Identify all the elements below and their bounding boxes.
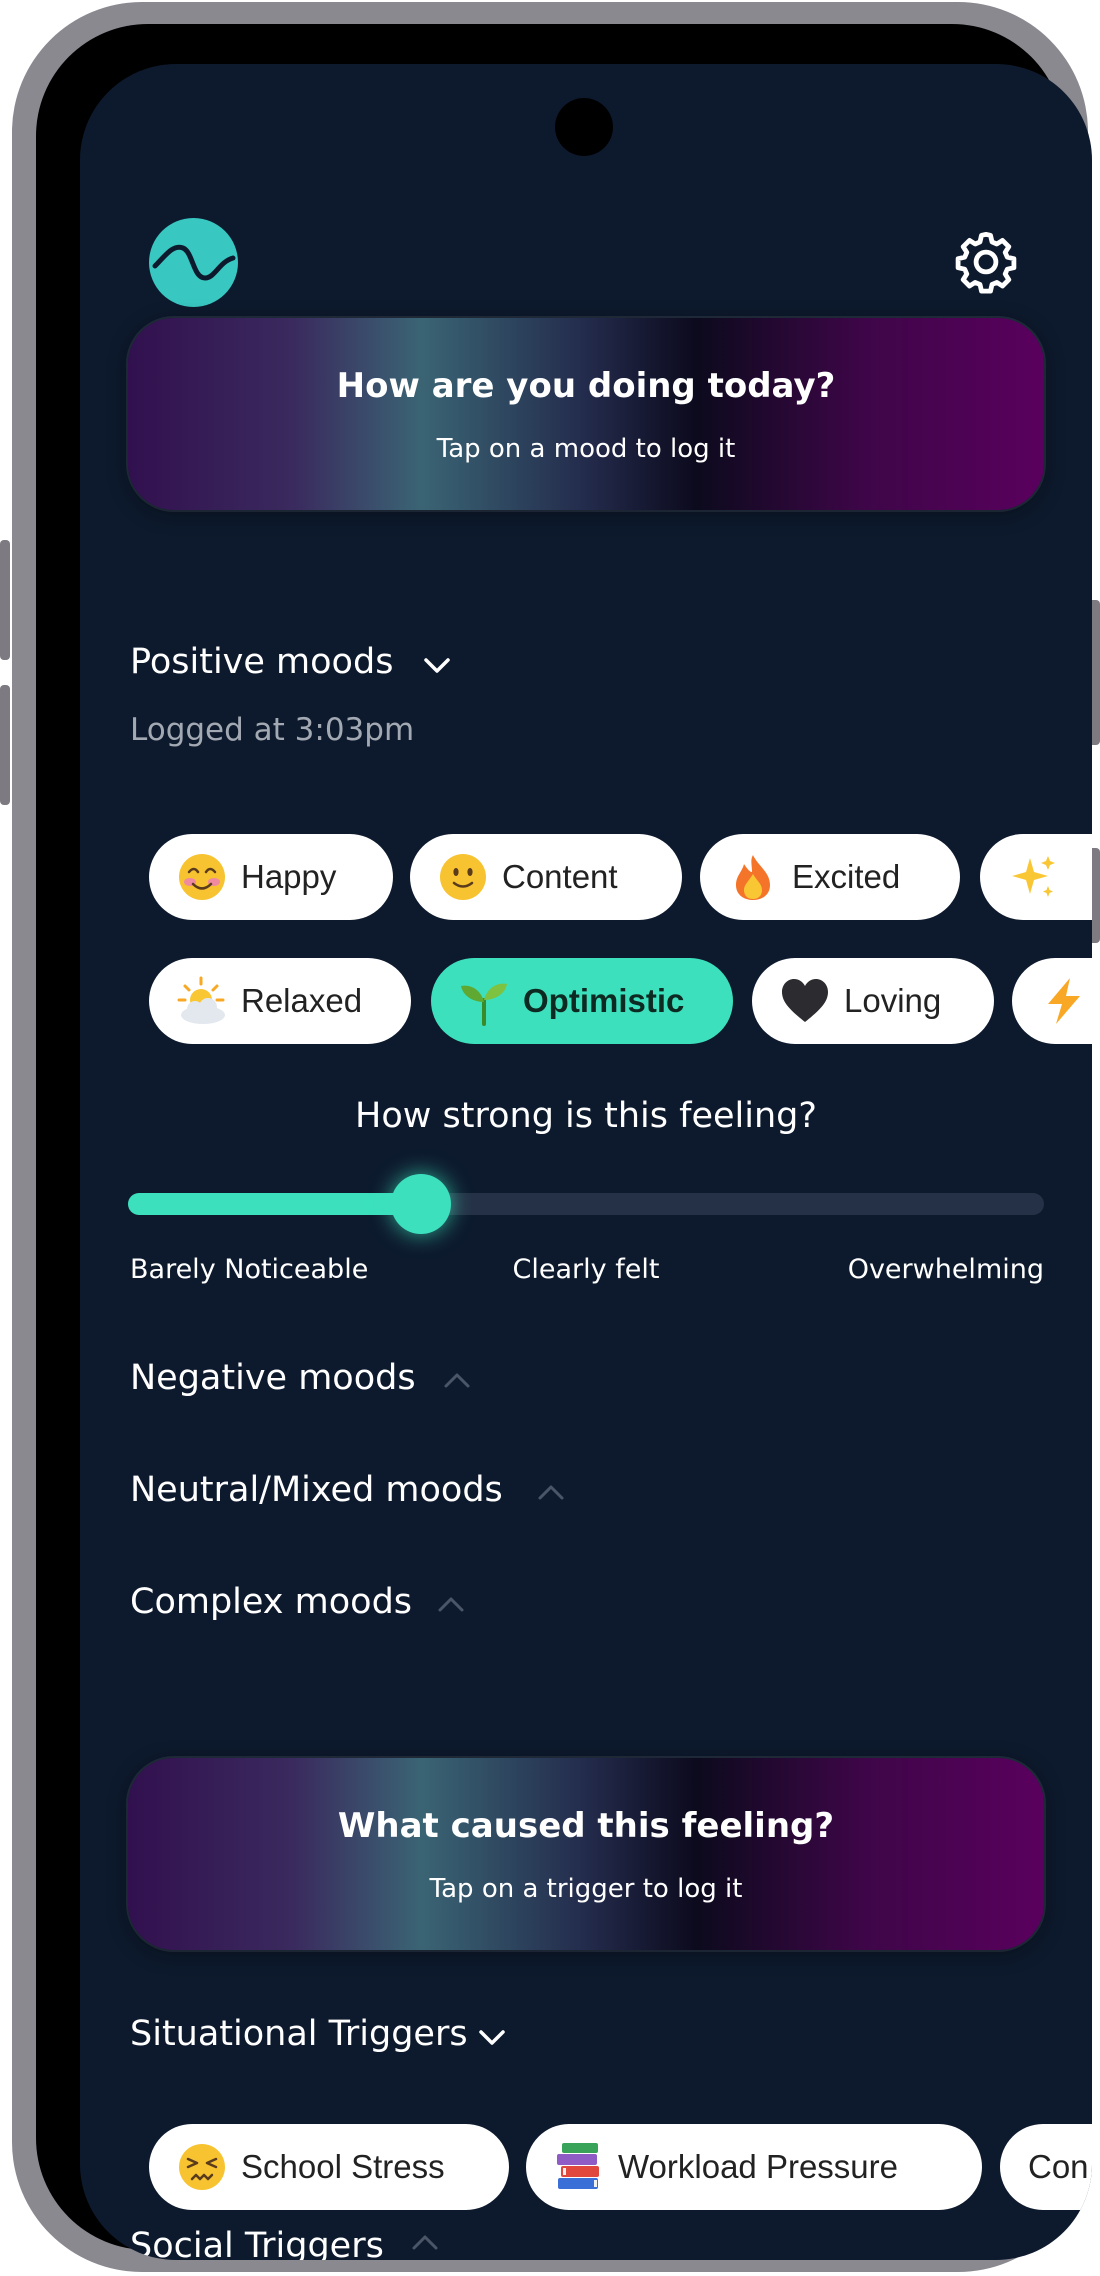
chevron-up-icon[interactable] xyxy=(442,1370,472,1390)
slight-smile-icon xyxy=(438,852,488,902)
negative-moods-title: Negative moods xyxy=(130,1358,416,1398)
scale-label-max: Overwhelming xyxy=(847,1254,1044,1285)
chip-label: Relaxed xyxy=(241,982,363,1019)
trigger-prompt-subtitle: Tap on a trigger to log it xyxy=(429,1874,743,1904)
mood-chip-loving[interactable]: Loving xyxy=(752,958,994,1044)
chevron-up-icon[interactable] xyxy=(436,1594,466,1614)
chevron-up-icon[interactable] xyxy=(410,2232,440,2252)
social-triggers-toggle[interactable]: Social Triggers xyxy=(130,2226,384,2260)
mood-chip-relaxed[interactable]: Relaxed xyxy=(149,958,411,1044)
intensity-question: How strong is this feeling? xyxy=(355,1096,817,1136)
chip-label: Happy xyxy=(241,858,337,895)
black-heart-icon xyxy=(780,976,830,1026)
smiling-face-icon xyxy=(177,852,227,902)
fire-icon xyxy=(728,852,778,902)
chip-label: School Stress xyxy=(241,2148,445,2185)
mood-chip-happy[interactable]: Happy xyxy=(149,834,393,920)
phone-frame: How are you doing today? Tap on a mood t… xyxy=(12,2,1092,2272)
logged-time: Logged at 3:03pm xyxy=(130,712,415,748)
app-screen: How are you doing today? Tap on a mood t… xyxy=(80,64,1092,2260)
intensity-slider-fill xyxy=(128,1193,422,1215)
mood-prompt-title: How are you doing today? xyxy=(336,366,836,406)
front-camera xyxy=(555,98,613,156)
phone-bezel: How are you doing today? Tap on a mood t… xyxy=(36,24,1092,2260)
chip-label: Con xyxy=(1028,2148,1089,2185)
complex-moods-toggle[interactable]: Complex moods xyxy=(130,1582,412,1622)
mood-prompt-subtitle: Tap on a mood to log it xyxy=(436,434,736,464)
trigger-prompt-title: What caused this feeling? xyxy=(337,1806,835,1846)
chip-label: Workload Pressure xyxy=(618,2148,899,2185)
persevering-face-icon xyxy=(177,2142,227,2192)
mood-chip-sparkles[interactable] xyxy=(980,834,1092,920)
gear-icon[interactable] xyxy=(950,226,1022,298)
volume-down-button[interactable] xyxy=(0,685,10,805)
sparkles-icon xyxy=(1008,852,1058,902)
intensity-slider-track[interactable] xyxy=(128,1193,1044,1215)
situational-triggers-toggle[interactable]: Situational Triggers xyxy=(130,2014,468,2054)
positive-moods-toggle[interactable]: Positive moods xyxy=(130,642,393,682)
volume-up-button[interactable] xyxy=(0,540,10,660)
lightning-icon xyxy=(1040,976,1090,1026)
mood-chip-content[interactable]: Content xyxy=(410,834,682,920)
chevron-down-icon[interactable] xyxy=(422,656,452,676)
positive-moods-title: Positive moods xyxy=(130,642,394,682)
chevron-up-icon[interactable] xyxy=(536,1482,566,1502)
social-triggers-title: Social Triggers xyxy=(130,2226,384,2260)
mood-prompt-banner: How are you doing today? Tap on a mood t… xyxy=(128,318,1044,510)
seedling-icon xyxy=(459,976,509,1026)
mood-chip-lightning[interactable] xyxy=(1012,958,1092,1044)
books-icon xyxy=(554,2142,604,2192)
situational-triggers-title: Situational Triggers xyxy=(130,2014,468,2054)
intensity-slider-thumb[interactable] xyxy=(391,1174,452,1234)
chip-label: Optimistic xyxy=(523,982,685,1019)
mood-chip-excited[interactable]: Excited xyxy=(700,834,960,920)
sun-behind-cloud-icon xyxy=(177,976,227,1026)
negative-moods-toggle[interactable]: Negative moods xyxy=(130,1358,416,1398)
trigger-prompt-banner: What caused this feeling? Tap on a trigg… xyxy=(128,1758,1044,1950)
neutral-moods-title: Neutral/Mixed moods xyxy=(130,1470,503,1510)
trigger-chip-partial[interactable]: Con xyxy=(1000,2124,1092,2210)
chevron-down-icon[interactable] xyxy=(477,2028,507,2048)
chip-label: Excited xyxy=(792,858,901,895)
complex-moods-title: Complex moods xyxy=(130,1582,413,1622)
chip-label: Loving xyxy=(844,982,942,1019)
mood-chip-optimistic[interactable]: Optimistic xyxy=(431,958,733,1044)
wave-logo-icon xyxy=(149,218,238,307)
chip-label: Content xyxy=(502,858,618,895)
trigger-chip-school-stress[interactable]: School Stress xyxy=(149,2124,509,2210)
neutral-moods-toggle[interactable]: Neutral/Mixed moods xyxy=(130,1470,503,1510)
trigger-chip-workload-pressure[interactable]: Workload Pressure xyxy=(526,2124,982,2210)
